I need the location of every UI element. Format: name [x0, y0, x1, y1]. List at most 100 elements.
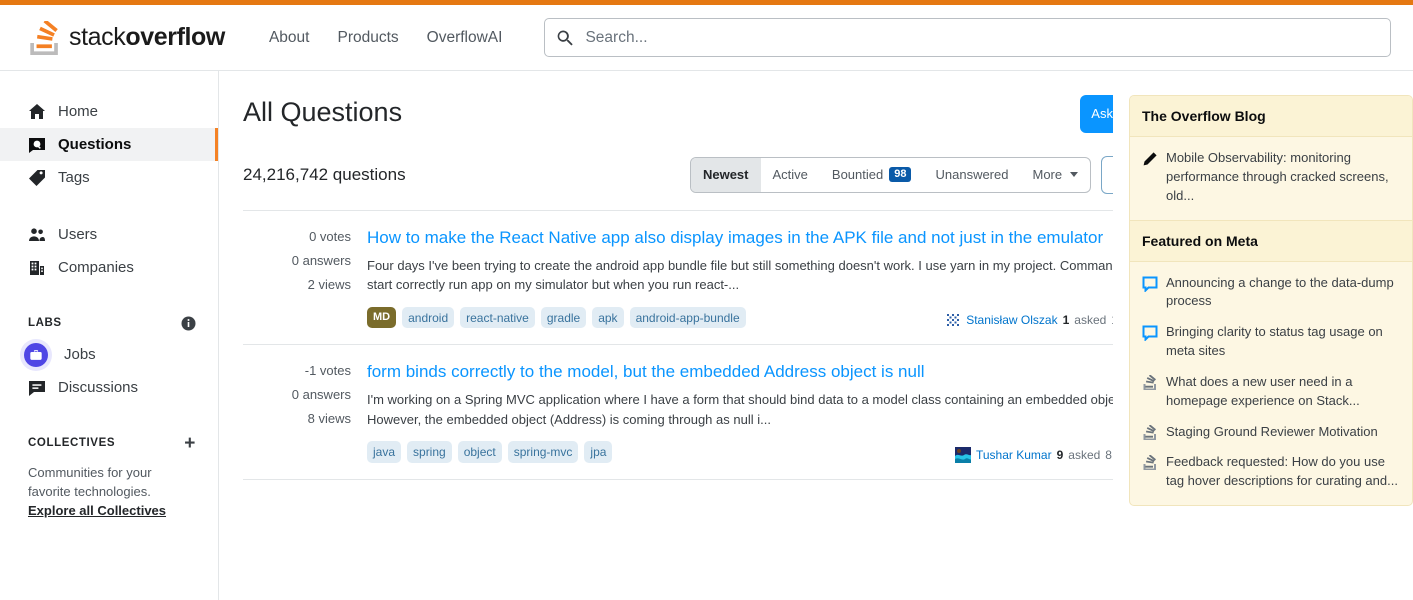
tag-pill[interactable]: apk: [592, 307, 623, 329]
nav-link-overflowai[interactable]: OverflowAI: [413, 20, 517, 56]
list-item[interactable]: Bringing clarity to status tag usage on …: [1142, 323, 1400, 361]
sidebar-item-label-users: Users: [58, 226, 97, 243]
sidebar-spacer-2: [0, 284, 218, 308]
question-stats: -1 votes 0 answers 8 views: [243, 361, 351, 463]
answer-count: 0 answers: [243, 253, 351, 268]
tag-pill[interactable]: jpa: [584, 441, 612, 463]
toolbar-row: 24,216,742 questions Newest Active Bount…: [243, 156, 1113, 210]
question-footer: java spring object spring-mvc jpa: [367, 441, 1113, 463]
sidebar-item-jobs[interactable]: Jobs: [0, 338, 218, 371]
explore-collectives-link[interactable]: Explore all Collectives: [28, 503, 166, 518]
search-input[interactable]: [544, 18, 1391, 57]
sidebar-item-questions[interactable]: Questions: [0, 128, 218, 161]
sidebar-widget: The Overflow Blog Mobile Observability: …: [1129, 95, 1413, 506]
list-item[interactable]: Mobile Observability: monitoring perform…: [1142, 149, 1400, 206]
blog-item-link[interactable]: Mobile Observability: monitoring perform…: [1166, 149, 1400, 206]
sort-tab-unanswered[interactable]: Unanswered: [923, 158, 1020, 192]
sidebar-item-label-jobs: Jobs: [64, 346, 96, 363]
meta-item-link[interactable]: Staging Ground Reviewer Motivation: [1166, 423, 1378, 442]
tag-pill[interactable]: android-app-bundle: [630, 307, 746, 329]
logo-wordmark: stackoverflow: [69, 23, 225, 52]
question-count: 24,216,742 questions: [243, 165, 406, 185]
overflow-blog-header: The Overflow Blog: [1130, 96, 1412, 137]
sidebar-item-users[interactable]: Users: [0, 218, 218, 251]
sort-tab-bountied[interactable]: Bountied 98: [820, 158, 924, 192]
companies-icon: [28, 259, 46, 277]
sidebar-item-label-tags: Tags: [58, 169, 90, 186]
speech-bubble-icon: [1142, 276, 1158, 292]
author-reputation: 1: [1063, 313, 1070, 327]
right-sidebar: The Overflow Blog Mobile Observability: …: [1113, 71, 1413, 600]
stackoverflow-logo[interactable]: stackoverflow: [28, 21, 225, 55]
sort-tab-more[interactable]: More: [1020, 158, 1090, 192]
view-count: 8 views: [243, 411, 351, 426]
author-reputation: 9: [1057, 448, 1064, 462]
overflow-blog-body: Mobile Observability: monitoring perform…: [1130, 137, 1412, 220]
questions-list: 0 votes 0 answers 2 views How to make th…: [243, 210, 1113, 480]
questions-icon: [28, 136, 46, 154]
nav-link-products[interactable]: Products: [323, 20, 412, 56]
meta-item-link[interactable]: Announcing a change to the data-dump pro…: [1166, 274, 1400, 312]
primary-nav: About Products OverflowAI: [255, 20, 517, 56]
collectives-blurb: Communities for your favorite technologi…: [0, 458, 218, 521]
sidebar-item-discussions[interactable]: Discussions: [0, 371, 218, 404]
ask-question-button[interactable]: Ask Question: [1080, 95, 1113, 133]
meta-item-link[interactable]: What does a new user need in a homepage …: [1166, 373, 1400, 411]
sidebar-item-label-questions: Questions: [58, 136, 131, 153]
table-row: 0 votes 0 answers 2 views How to make th…: [243, 211, 1113, 346]
nav-link-about[interactable]: About: [255, 20, 324, 56]
list-item[interactable]: Feedback requested: How do you use tag h…: [1142, 453, 1400, 491]
tag-pill[interactable]: gradle: [541, 307, 586, 329]
sort-tab-active[interactable]: Active: [761, 158, 820, 192]
tag-pill[interactable]: spring-mvc: [508, 441, 579, 463]
bountied-count-badge: 98: [889, 167, 911, 182]
page-header-row: All Questions Ask Question: [243, 95, 1113, 133]
list-item[interactable]: What does a new user need in a homepage …: [1142, 373, 1400, 411]
tag-pill[interactable]: react-native: [460, 307, 535, 329]
question-author-link[interactable]: Stanisław Olszak: [966, 313, 1057, 327]
question-title-link[interactable]: How to make the React Native app also di…: [367, 227, 1113, 250]
answer-count: 0 answers: [243, 387, 351, 402]
filter-button[interactable]: Filter: [1101, 156, 1113, 194]
page-title: All Questions: [243, 95, 402, 130]
tag-pill[interactable]: object: [458, 441, 502, 463]
list-item[interactable]: Announcing a change to the data-dump pro…: [1142, 274, 1400, 312]
question-body: How to make the React Native app also di…: [367, 227, 1113, 329]
sort-tab-newest[interactable]: Newest: [691, 158, 761, 192]
question-title-link[interactable]: form binds correctly to the model, but t…: [367, 361, 1113, 384]
site-header: stackoverflow About Products OverflowAI: [0, 5, 1413, 71]
stacks-icon: [1142, 455, 1158, 471]
info-icon[interactable]: [181, 316, 196, 331]
featured-meta-body: Announcing a change to the data-dump pro…: [1130, 262, 1412, 506]
pencil-icon: [1142, 151, 1158, 167]
meta-item-link[interactable]: Bringing clarity to status tag usage on …: [1166, 323, 1400, 361]
sidebar-item-home[interactable]: Home: [0, 95, 218, 128]
collective-badge[interactable]: MD: [367, 307, 396, 328]
tag-pill[interactable]: java: [367, 441, 401, 463]
sidebar-item-label-companies: Companies: [58, 259, 134, 276]
briefcase-icon: [20, 339, 52, 371]
question-excerpt: Four days I've been trying to create the…: [367, 256, 1113, 295]
avatar[interactable]: [945, 312, 961, 328]
featured-meta-header: Featured on Meta: [1130, 220, 1412, 262]
home-icon: [28, 103, 46, 121]
left-sidebar: Home Questions Tags: [0, 71, 219, 600]
sidebar-item-companies[interactable]: Companies: [0, 251, 218, 284]
plus-icon[interactable]: +: [184, 434, 196, 453]
sort-tab-group: Newest Active Bountied 98 Unanswered Mor…: [690, 157, 1091, 193]
avatar[interactable]: [955, 447, 971, 463]
meta-item-link[interactable]: Feedback requested: How do you use tag h…: [1166, 453, 1400, 491]
stacks-icon: [1142, 425, 1158, 441]
tag-pill[interactable]: android: [402, 307, 454, 329]
tag-icon: [28, 169, 46, 187]
question-author-link[interactable]: Tushar Kumar: [976, 448, 1052, 462]
list-item[interactable]: Staging Ground Reviewer Motivation: [1142, 423, 1400, 442]
page-body: Home Questions Tags: [0, 71, 1413, 600]
sort-tab-more-label: More: [1032, 167, 1062, 182]
question-stats: 0 votes 0 answers 2 views: [243, 227, 351, 329]
tag-pill[interactable]: spring: [407, 441, 452, 463]
search-container: [544, 18, 1391, 57]
discussions-icon: [28, 379, 46, 397]
vote-count: 0 votes: [243, 229, 351, 244]
sidebar-item-tags[interactable]: Tags: [0, 161, 218, 194]
